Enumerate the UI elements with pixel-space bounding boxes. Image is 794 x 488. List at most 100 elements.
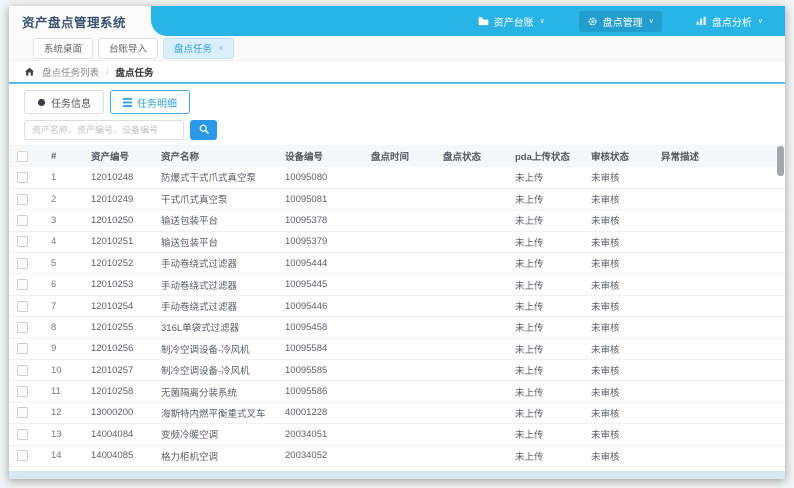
cell-check-status bbox=[435, 316, 507, 339]
cell-index: 14 bbox=[43, 445, 83, 467]
cell-index: 11 bbox=[43, 380, 83, 403]
cell-asset-name: 无菌隔离分装系统 bbox=[153, 380, 277, 403]
header-menu-item[interactable]: 盘点管理 ∨ bbox=[578, 10, 662, 32]
select-all-checkbox[interactable] bbox=[17, 150, 28, 162]
row-checkbox[interactable] bbox=[17, 300, 28, 312]
search-button[interactable] bbox=[190, 120, 217, 140]
select-all-cell bbox=[9, 145, 43, 167]
cell-asset-name: 输送包装平台 bbox=[153, 231, 277, 254]
row-checkbox[interactable] bbox=[17, 343, 28, 355]
cell-pda-status: 未上传 bbox=[507, 402, 583, 425]
row-checkbox[interactable] bbox=[17, 171, 28, 183]
row-checkbox[interactable] bbox=[17, 386, 28, 398]
row-checkbox[interactable] bbox=[17, 450, 28, 462]
cell-exception bbox=[653, 316, 785, 339]
row-checkbox[interactable] bbox=[17, 364, 28, 376]
column-header: 审核状态 bbox=[583, 145, 653, 167]
table-row: 11 12010258 无菌隔离分装系统 10095586 未上传 未审核 bbox=[9, 380, 785, 403]
cell-index: 6 bbox=[43, 273, 83, 296]
cell-exception bbox=[653, 167, 785, 189]
cell-pda-status: 未上传 bbox=[507, 466, 583, 471]
cell-audit-status: 未审核 bbox=[583, 167, 653, 189]
close-icon[interactable]: × bbox=[218, 43, 223, 53]
cell-audit-status: 未审核 bbox=[583, 316, 653, 339]
cell-asset-no: 14004084 bbox=[83, 423, 153, 446]
chevron-down-icon: ∨ bbox=[757, 18, 763, 25]
row-checkbox[interactable] bbox=[17, 321, 28, 333]
window-tab[interactable]: 台账导入 bbox=[98, 37, 159, 59]
cell-exception bbox=[653, 402, 785, 425]
cell-device-no: 10095446 bbox=[277, 295, 363, 318]
row-checkbox[interactable] bbox=[17, 214, 28, 226]
scrollbar-thumb[interactable] bbox=[777, 146, 784, 176]
cell-exception bbox=[653, 466, 785, 471]
window-tab[interactable]: 系统桌面 bbox=[33, 37, 94, 59]
cell-check-status bbox=[435, 295, 507, 318]
cell-check-status bbox=[435, 231, 507, 254]
cell-audit-status: 未审核 bbox=[583, 359, 653, 382]
folder-icon bbox=[478, 16, 489, 26]
row-checkbox[interactable] bbox=[17, 407, 28, 419]
cell-pda-status: 未上传 bbox=[507, 252, 583, 275]
cell-pda-status: 未上传 bbox=[507, 273, 583, 296]
cell-exception bbox=[653, 231, 785, 254]
cell-exception bbox=[653, 338, 785, 361]
row-select-cell bbox=[9, 402, 43, 425]
cell-device-no: 10095585 bbox=[277, 359, 363, 382]
cell-check-time bbox=[363, 188, 435, 211]
row-checkbox[interactable] bbox=[17, 279, 28, 291]
search-icon bbox=[198, 123, 210, 138]
header-menu-item[interactable]: 资产台账 ∨ bbox=[470, 11, 553, 32]
cell-check-time bbox=[363, 231, 435, 254]
cell-exception bbox=[653, 445, 785, 467]
cell-device-no: 10095080 bbox=[277, 167, 363, 189]
cell-check-time bbox=[363, 423, 435, 446]
column-header: 资产编号 bbox=[83, 145, 153, 167]
home-icon[interactable] bbox=[24, 66, 35, 77]
row-select-cell bbox=[9, 167, 43, 189]
cell-index: 3 bbox=[43, 209, 83, 232]
cell-audit-status: 未审核 bbox=[583, 402, 653, 425]
breadcrumb-item[interactable]: 盘点任务列表 bbox=[42, 65, 99, 79]
cell-asset-no: 14004085 bbox=[83, 445, 153, 467]
cell-exception bbox=[653, 188, 785, 211]
table-row: 5 12010252 手动卷绕式过滤器 10095444 未上传 未审核 bbox=[9, 252, 785, 275]
cell-check-status bbox=[435, 380, 507, 403]
cell-check-status bbox=[435, 273, 507, 296]
cell-asset-name: 格力柜机空调 bbox=[153, 445, 277, 467]
row-checkbox[interactable] bbox=[17, 257, 28, 269]
row-checkbox[interactable] bbox=[17, 428, 28, 440]
cell-check-time bbox=[363, 338, 435, 361]
breadcrumb-separator: / bbox=[106, 66, 109, 77]
column-header: pda上传状态 bbox=[507, 145, 583, 167]
row-checkbox[interactable] bbox=[17, 193, 28, 205]
cell-asset-no: 12010253 bbox=[83, 273, 153, 296]
cell-check-time bbox=[363, 295, 435, 318]
cell-pda-status: 未上传 bbox=[507, 209, 583, 232]
breadcrumb-item[interactable]: 盘点任务 bbox=[116, 65, 154, 79]
cell-check-time bbox=[363, 466, 435, 471]
window-tab[interactable]: 盘点任务 × bbox=[163, 37, 235, 59]
cell-device-no: 10095458 bbox=[277, 316, 363, 339]
detail-tab[interactable]: 任务明细 bbox=[110, 90, 190, 114]
table-row: 3 12010250 输送包装平台 10095378 未上传 未审核 bbox=[9, 209, 785, 232]
search-input[interactable] bbox=[24, 120, 184, 140]
cell-pda-status: 未上传 bbox=[507, 167, 583, 189]
cell-pda-status: 未上传 bbox=[507, 380, 583, 403]
cell-asset-no: 12010249 bbox=[83, 188, 153, 211]
cell-device-no: 40001228 bbox=[277, 402, 363, 425]
row-checkbox[interactable] bbox=[17, 236, 28, 248]
cell-pda-status: 未上传 bbox=[507, 295, 583, 318]
cell-check-status bbox=[435, 209, 507, 232]
cell-asset-no: 12010248 bbox=[83, 167, 153, 189]
header-menu-item[interactable]: 盘点分析 ∨ bbox=[688, 11, 771, 32]
detail-tab[interactable]: 任务信息 bbox=[24, 90, 104, 114]
chart-icon bbox=[696, 16, 707, 26]
table-row: 15 14004086 格力柜机空调 20034053 未上传 未审核 bbox=[9, 466, 785, 471]
table-row: 13 14004084 变频冷暖空调 20034051 未上传 未审核 bbox=[9, 423, 785, 446]
cell-check-status bbox=[435, 338, 507, 361]
table-row: 4 12010251 输送包装平台 10095379 未上传 未审核 bbox=[9, 231, 785, 254]
cell-device-no: 10095378 bbox=[277, 209, 363, 232]
row-select-cell bbox=[9, 273, 43, 296]
column-header: 设备编号 bbox=[277, 145, 363, 167]
